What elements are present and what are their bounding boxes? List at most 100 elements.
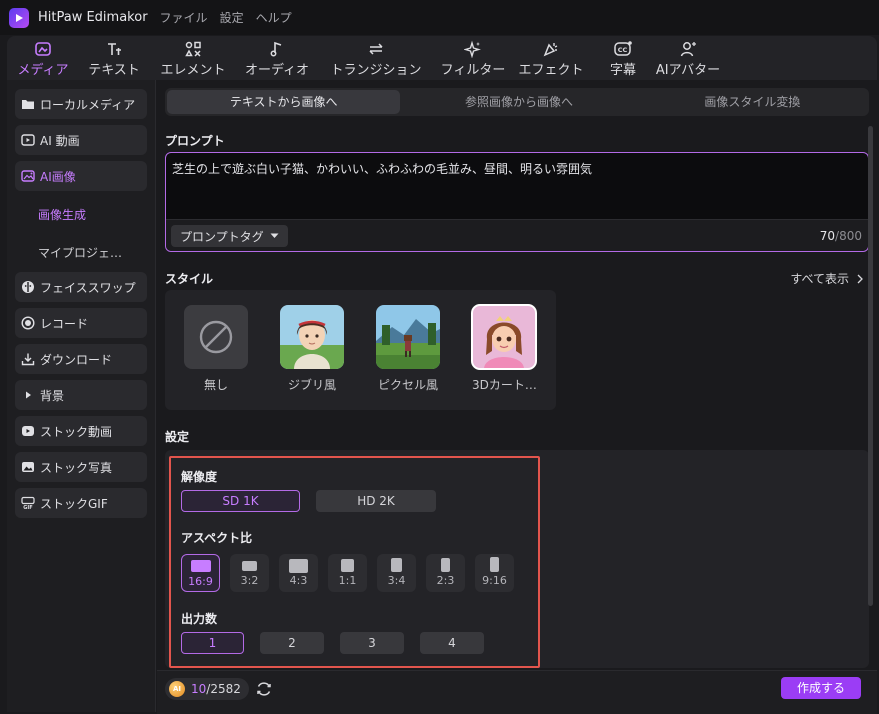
caret-right-icon — [20, 387, 36, 403]
aspect-1-1[interactable]: 1:1 — [328, 554, 367, 592]
folder-icon — [20, 96, 36, 112]
aspect-16-9[interactable]: 16:9 — [181, 554, 220, 592]
output-count-label: 出力数 — [181, 612, 218, 626]
tool-text-label: テキスト — [88, 63, 140, 78]
tool-text[interactable]: テキスト — [85, 36, 143, 80]
show-all-link[interactable]: すべて表示 — [790, 270, 863, 287]
prompt-tag-button[interactable]: プロンプトタグ — [171, 225, 288, 247]
menu-file[interactable]: ファイル — [160, 9, 208, 26]
aspect-4-3[interactable]: 4:3 — [279, 554, 318, 592]
tool-filter[interactable]: フィルター — [439, 36, 507, 80]
tool-subtitle-label: 字幕 — [609, 63, 636, 78]
face-swap-icon — [20, 279, 36, 295]
style-ghibli-thumb — [280, 305, 344, 369]
tool-subtitle[interactable]: CC 字幕 — [605, 36, 641, 80]
sidebar-item-record[interactable]: レコード — [15, 308, 147, 338]
output-count-1[interactable]: 1 — [181, 632, 244, 654]
output-count-4[interactable]: 4 — [420, 632, 484, 654]
resolution-hd-2k[interactable]: HD 2K — [316, 490, 436, 512]
style-3d-cartoon-thumb — [471, 304, 537, 370]
style-none-label: 無し — [203, 378, 228, 392]
transition-icon — [367, 40, 385, 58]
tool-audio-label: オーディオ — [244, 63, 310, 78]
audio-icon — [268, 40, 286, 58]
effect-icon — [542, 40, 560, 58]
prompt-char-count: 70 — [819, 229, 836, 243]
tab-text-to-image[interactable]: テキストから画像へ — [167, 90, 401, 114]
sidebar: ローカルメディア AI 動画 AI画像 画像生成 マイプロジェ… フェイススワッ… — [7, 80, 156, 712]
style-pixel[interactable]: ピクセル風 — [376, 305, 440, 393]
main-scrollbar[interactable] — [868, 126, 873, 606]
sidebar-item-stock-gif[interactable]: GIF ストックGIF — [15, 488, 147, 518]
sidebar-item-stock-video[interactable]: ストック動画 — [15, 416, 147, 446]
output-count-2[interactable]: 2 — [260, 632, 324, 654]
aspect-4-3-shape — [289, 559, 308, 573]
style-ghibli-label: ジブリ風 — [287, 378, 336, 392]
chevron-right-icon — [857, 274, 863, 284]
prompt-footer: プロンプトタグ 70/800 — [166, 219, 868, 251]
aspect-9-16-shape — [490, 557, 499, 572]
tool-element[interactable]: エレメント — [159, 36, 227, 80]
refresh-icon[interactable] — [255, 680, 273, 698]
tool-media[interactable]: メディア — [15, 36, 71, 80]
style-ghibli[interactable]: ジブリ風 — [280, 305, 344, 393]
aspect-9-16[interactable]: 9:16 — [475, 554, 514, 592]
title-bar: HitPaw Edimakor ファイル 設定 ヘルプ — [0, 0, 879, 35]
credits-total: /2582 — [206, 682, 241, 696]
sidebar-item-ai-image[interactable]: AI画像 — [15, 161, 147, 191]
sidebar-item-stock-photo[interactable]: ストック写真 — [15, 452, 147, 482]
style-3d-cartoon[interactable]: 3Dカート… — [471, 304, 537, 393]
style-pixel-label: ピクセル風 — [377, 378, 438, 392]
tool-effect-label: エフェクト — [518, 63, 584, 78]
aspect-3-2[interactable]: 3:2 — [230, 554, 269, 592]
resolution-sd-1k[interactable]: SD 1K — [181, 490, 300, 512]
element-icon — [184, 40, 202, 58]
record-icon — [20, 315, 36, 331]
menu-settings[interactable]: 設定 — [220, 9, 244, 26]
sidebar-subitem-image-generation[interactable]: 画像生成 — [38, 206, 86, 223]
sidebar-item-label: AI 動画 — [40, 133, 80, 148]
create-button[interactable]: 作成する — [781, 677, 861, 699]
aspect-4-3-label: 4:3 — [289, 574, 308, 587]
tab-reference-to-image[interactable]: 参照画像から画像へ — [402, 88, 635, 116]
tool-filter-label: フィルター — [440, 63, 506, 78]
tool-media-label: メディア — [17, 63, 69, 78]
sidebar-item-download[interactable]: ダウンロード — [15, 344, 147, 374]
download-icon — [20, 351, 36, 367]
prompt-tag-label: プロンプトタグ — [180, 229, 264, 244]
aspect-16-9-shape — [191, 560, 211, 572]
tool-ai-avatar[interactable]: AIアバター — [653, 36, 723, 80]
bottom-bar: AI 10/2582 作成する — [157, 670, 877, 714]
app-name: HitPaw Edimakor — [38, 10, 148, 25]
sidebar-item-face-swap[interactable]: フェイススワップ — [15, 272, 147, 302]
ai-image-icon — [20, 168, 36, 184]
style-3d-cartoon-label: 3Dカート… — [472, 378, 537, 392]
sidebar-subitem-my-projects[interactable]: マイプロジェ… — [38, 244, 122, 261]
tool-transition[interactable]: トランジション — [329, 36, 423, 80]
menu-help[interactable]: ヘルプ — [256, 9, 292, 26]
aspect-3-4-shape — [391, 558, 402, 572]
tab-style-transfer[interactable]: 画像スタイル変換 — [636, 88, 869, 116]
sidebar-item-label: ダウンロード — [40, 352, 113, 367]
aspect-3-4[interactable]: 3:4 — [377, 554, 416, 592]
style-none[interactable]: 無し — [184, 305, 248, 393]
show-all-label: すべて表示 — [790, 272, 849, 286]
sidebar-item-background[interactable]: 背景 — [15, 380, 147, 410]
tool-effect[interactable]: エフェクト — [519, 36, 584, 80]
aspect-2-3-shape — [441, 558, 450, 572]
sidebar-item-label: ローカルメディア — [40, 97, 136, 112]
stock-video-icon — [20, 423, 36, 439]
svg-text:GIF: GIF — [23, 505, 32, 510]
aspect-9-16-label: 9:16 — [482, 574, 507, 587]
prompt-title: プロンプト — [165, 134, 225, 148]
output-count-3[interactable]: 3 — [340, 632, 404, 654]
style-panel: 無し ジブリ風 ピクセル風 3Dカート… — [165, 290, 556, 410]
prompt-text[interactable]: 芝生の上で遊ぶ白い子猫、かわいい、ふわふわの毛並み、昼間、明るい雰囲気 — [172, 160, 592, 177]
tool-audio[interactable]: オーディオ — [243, 36, 311, 80]
sidebar-item-local-media[interactable]: ローカルメディア — [15, 89, 147, 119]
prompt-input[interactable]: 芝生の上で遊ぶ白い子猫、かわいい、ふわふわの毛並み、昼間、明るい雰囲気 プロンプ… — [165, 152, 869, 252]
aspect-2-3[interactable]: 2:3 — [426, 554, 465, 592]
sidebar-item-ai-video[interactable]: AI 動画 — [15, 125, 147, 155]
settings-title: 設定 — [165, 430, 190, 444]
aspect-ratio-label: アスペクト比 — [181, 531, 253, 545]
